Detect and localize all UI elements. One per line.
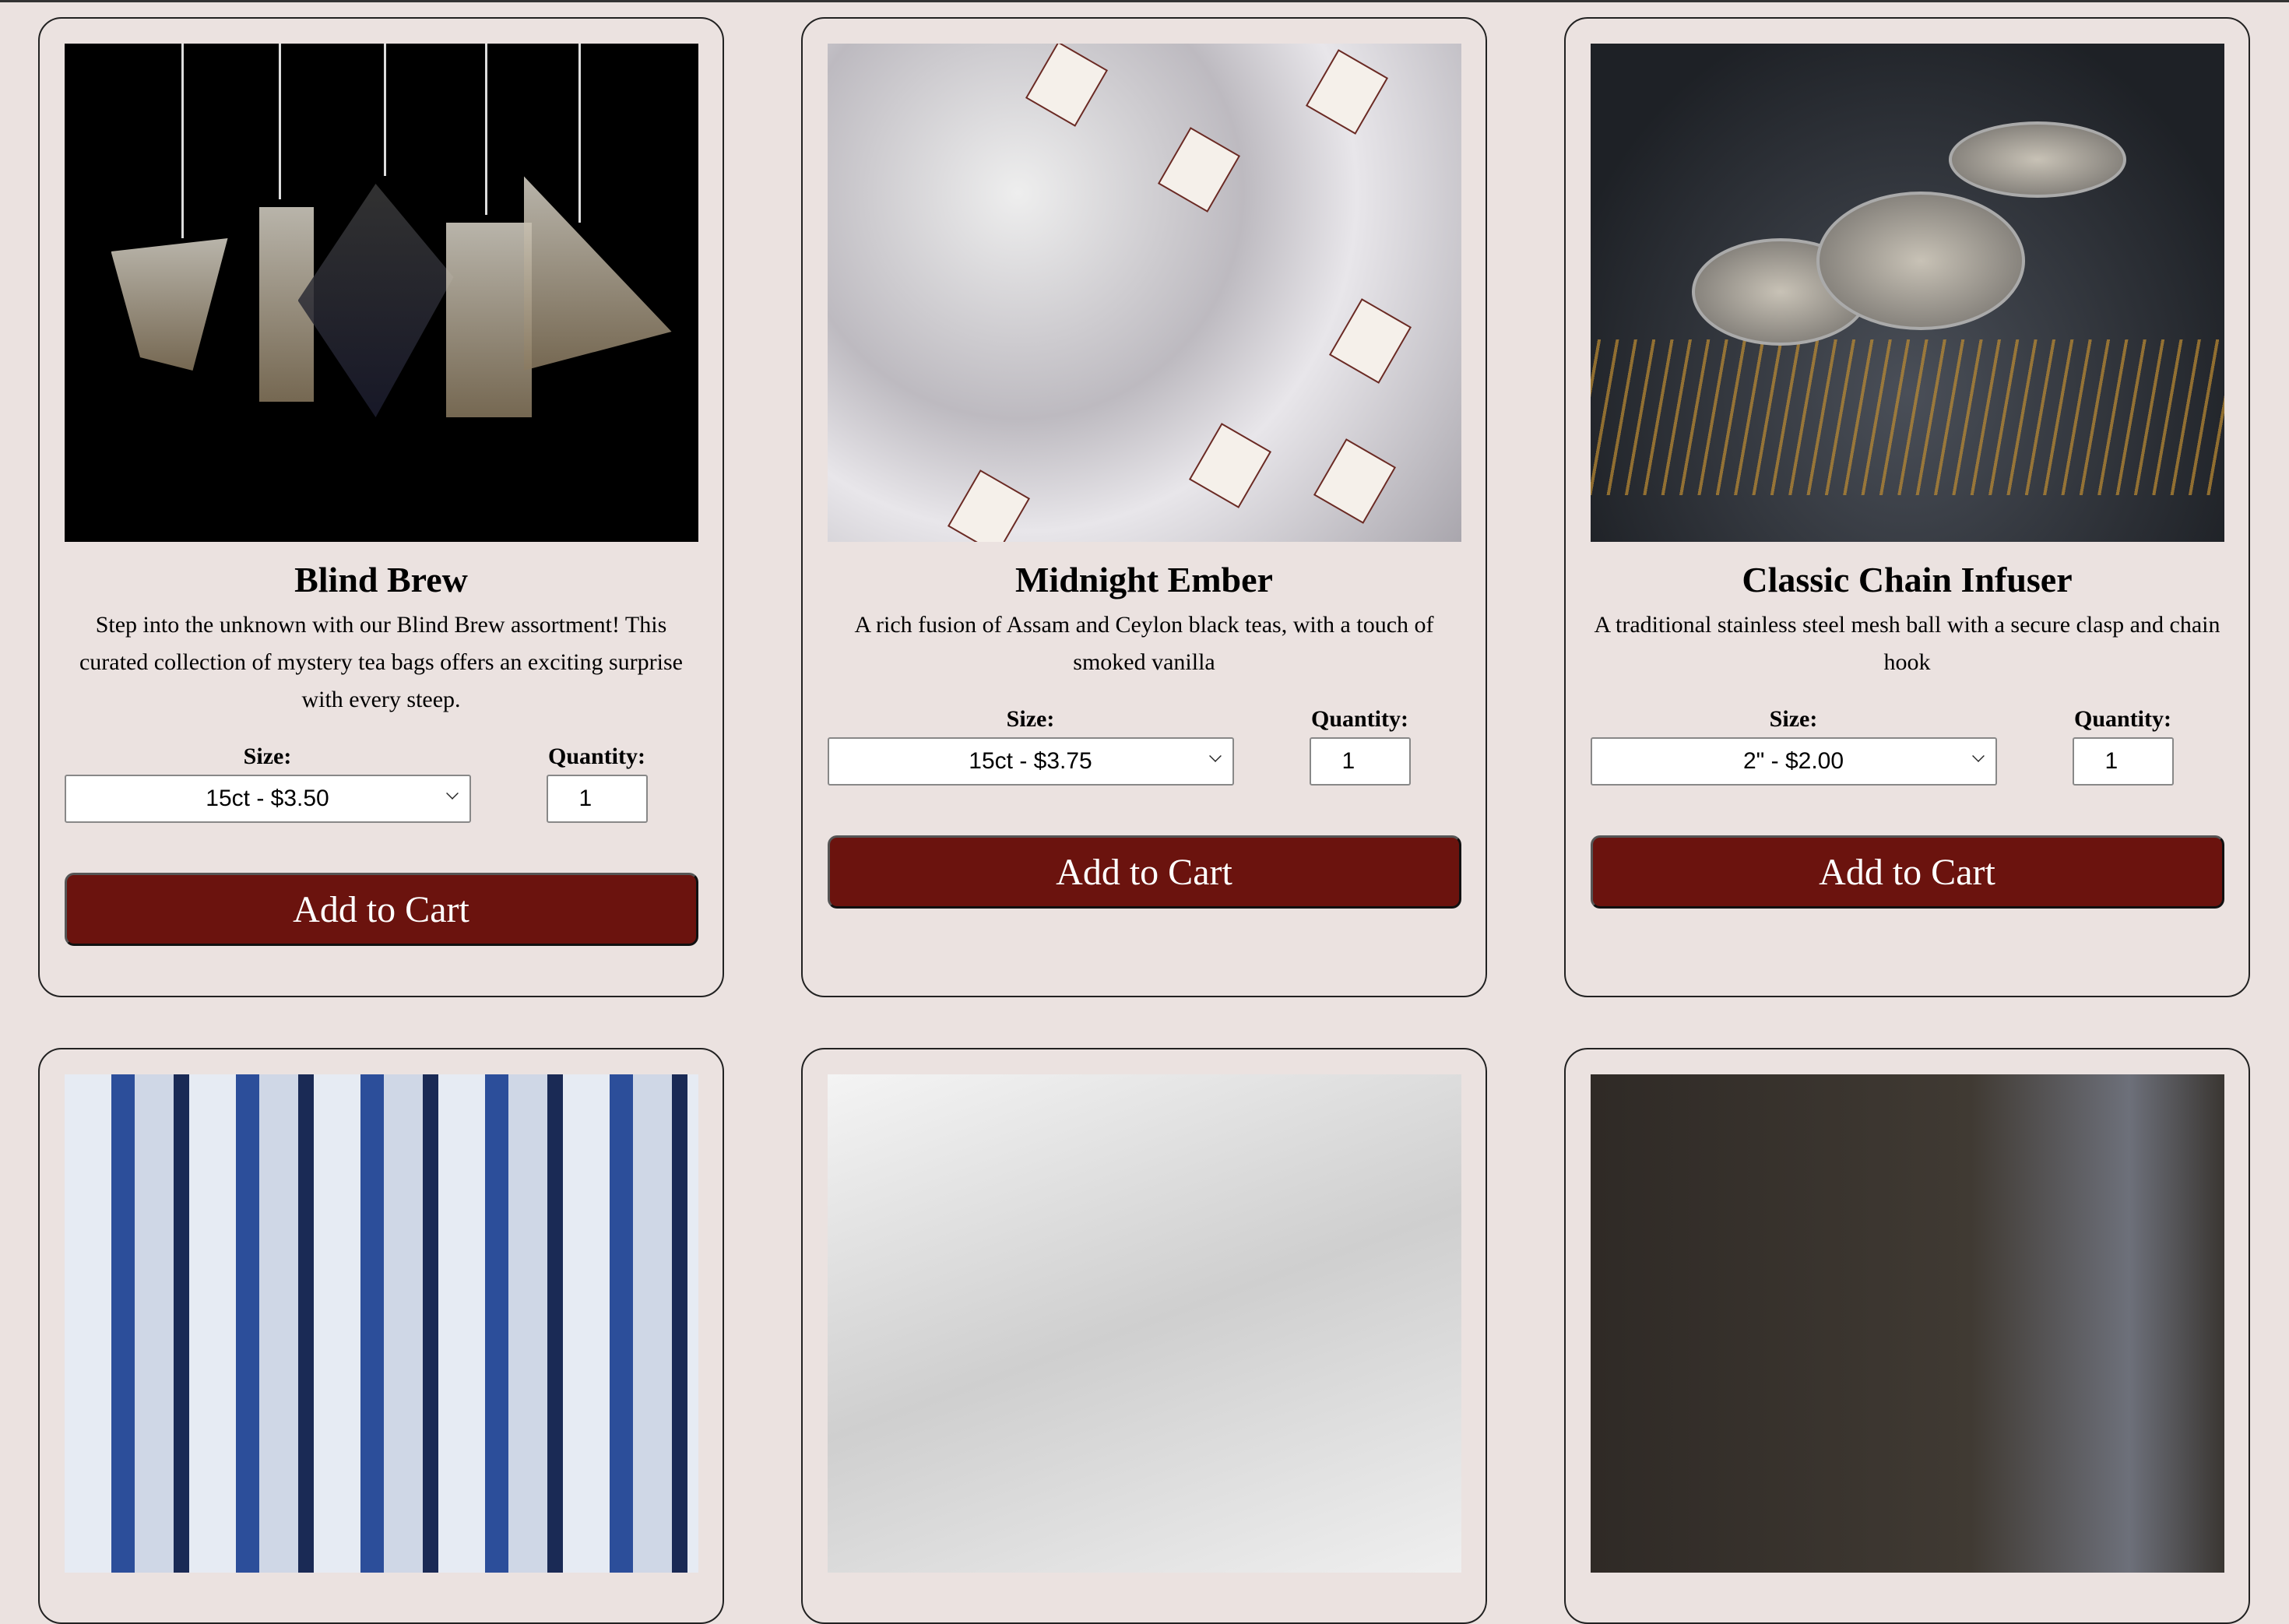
quantity-input[interactable]: 1 bbox=[1309, 737, 1411, 786]
product-options: Size: 2" - $2.00 Quantity: 1 bbox=[1590, 706, 2224, 786]
product-card: Blind Brew Step into the unknown with ou… bbox=[38, 17, 724, 997]
size-select[interactable]: 2" - $2.00 bbox=[1590, 737, 1997, 786]
product-card bbox=[801, 1048, 1487, 1624]
quantity-label: Quantity: bbox=[1310, 706, 1408, 732]
product-description: Step into the unknown with our Blind Bre… bbox=[79, 612, 683, 712]
size-label: Size: bbox=[243, 743, 292, 769]
product-name: Midnight Ember bbox=[1015, 560, 1273, 599]
size-label: Size: bbox=[1769, 706, 1818, 732]
chevron-down-icon bbox=[445, 787, 459, 800]
add-to-cart-button[interactable]: Add to Cart bbox=[64, 873, 698, 946]
size-select[interactable]: 15ct - $3.50 bbox=[64, 775, 471, 823]
product-card bbox=[1564, 1048, 2250, 1624]
size-value: 15ct - $3.75 bbox=[969, 748, 1092, 774]
product-image bbox=[827, 1074, 1461, 1573]
quantity-input[interactable]: 1 bbox=[2072, 737, 2174, 786]
product-options: Size: 15ct - $3.50 Quantity: 1 bbox=[64, 743, 698, 823]
product-card: Midnight Ember A rich fusion of Assam an… bbox=[801, 17, 1487, 997]
product-description: A rich fusion of Assam and Ceylon black … bbox=[854, 612, 1434, 675]
product-options: Size: 15ct - $3.75 Quantity: 1 bbox=[827, 706, 1461, 786]
chevron-down-icon bbox=[1208, 750, 1222, 762]
product-image bbox=[1590, 44, 2224, 542]
product-image bbox=[64, 1074, 698, 1573]
product-description: A traditional stainless steel mesh ball … bbox=[1594, 612, 2220, 675]
quantity-label: Quantity: bbox=[2073, 706, 2171, 732]
product-grid: Blind Brew Step into the unknown with ou… bbox=[0, 2, 2289, 1624]
product-name: Blind Brew bbox=[294, 560, 468, 599]
product-card bbox=[38, 1048, 724, 1624]
quantity-label: Quantity: bbox=[547, 743, 645, 769]
product-image bbox=[64, 44, 698, 542]
product-image bbox=[827, 44, 1461, 542]
size-value: 15ct - $3.50 bbox=[206, 786, 329, 811]
product-card: Classic Chain Infuser A traditional stai… bbox=[1564, 17, 2250, 997]
add-to-cart-button[interactable]: Add to Cart bbox=[1590, 835, 2224, 909]
product-image bbox=[1590, 1074, 2224, 1573]
size-select[interactable]: 15ct - $3.75 bbox=[827, 737, 1234, 786]
add-to-cart-button[interactable]: Add to Cart bbox=[827, 835, 1461, 909]
chevron-down-icon bbox=[1971, 750, 1985, 762]
size-value: 2" - $2.00 bbox=[1742, 748, 1844, 774]
size-label: Size: bbox=[1006, 706, 1055, 732]
product-name: Classic Chain Infuser bbox=[1742, 560, 2073, 599]
quantity-input[interactable]: 1 bbox=[546, 775, 648, 823]
